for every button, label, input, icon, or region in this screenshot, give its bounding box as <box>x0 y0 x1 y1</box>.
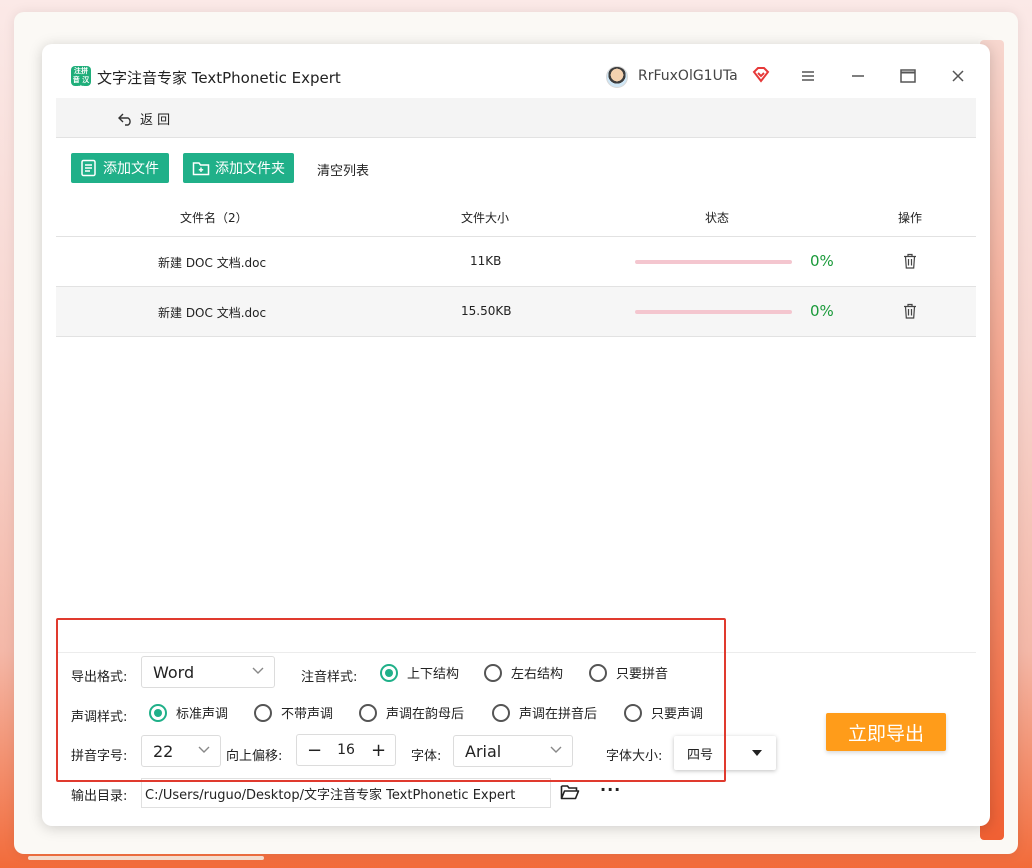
open-folder-icon[interactable] <box>560 783 580 801</box>
back-button[interactable]: 返 回 <box>118 109 170 128</box>
radio-dot <box>359 703 377 722</box>
export-format-select[interactable]: Word <box>141 656 275 688</box>
trash-icon[interactable] <box>903 253 917 269</box>
offset-label: 向上偏移: <box>226 749 283 764</box>
radio-tone-after-pinyin[interactable]: 声调在拼音后 <box>492 703 597 722</box>
output-dir-label: 输出目录: <box>71 789 128 804</box>
phonetic-style-label: 注音样式: <box>301 670 358 685</box>
font-size-select[interactable]: 四号 <box>674 736 776 770</box>
chevron-down-icon <box>550 746 562 753</box>
file-icon <box>81 159 96 177</box>
progress-percent: 0% <box>810 302 834 320</box>
radio-label: 上下结构 <box>407 667 460 682</box>
add-folder-label: 添加文件夹 <box>215 161 285 177</box>
file-name: 新建 DOC 文档.doc <box>158 306 267 320</box>
radio-tone-none[interactable]: 不带声调 <box>254 703 333 722</box>
column-header-name: 文件名（2） <box>180 211 248 225</box>
maximize-icon[interactable] <box>896 64 920 88</box>
progress-bar <box>635 260 792 264</box>
user-avatar[interactable] <box>606 66 628 88</box>
file-size: 15.50KB <box>461 304 512 318</box>
username[interactable]: RrFuxOlG1UTa <box>638 68 738 84</box>
output-dir-field[interactable]: C:/Users/ruguo/Desktop/文字注音专家 TextPhonet… <box>141 778 551 808</box>
more-options-icon[interactable]: ··· <box>600 780 621 799</box>
radio-dot <box>149 703 167 722</box>
add-folder-button[interactable]: 添加文件夹 <box>183 153 294 183</box>
radio-dot <box>492 703 510 722</box>
radio-tone-standard[interactable]: 标准声调 <box>149 703 228 722</box>
increment-button[interactable]: + <box>371 740 386 761</box>
font-label: 字体: <box>411 749 442 764</box>
radio-tone-only[interactable]: 只要声调 <box>624 703 703 722</box>
close-icon[interactable] <box>946 64 970 88</box>
pinyin-size-label: 拼音字号: <box>71 749 128 764</box>
settings-divider <box>56 652 976 653</box>
column-header-size: 文件大小 <box>461 211 510 225</box>
app-title: 文字注音专家 TextPhonetic Expert <box>97 69 341 87</box>
column-header-status: 状态 <box>705 211 730 225</box>
chevron-down-icon <box>198 746 210 753</box>
decrement-button[interactable]: − <box>307 740 322 761</box>
trash-icon[interactable] <box>903 303 917 319</box>
minimize-icon[interactable] <box>846 64 870 88</box>
export-format-label: 导出格式: <box>71 670 128 685</box>
navigation-bar: 返 回 <box>56 98 976 138</box>
offset-stepper[interactable]: − 16 + <box>296 734 396 766</box>
title-bar: 注拼音 汉字 文字注音专家 TextPhonetic Expert RrFuxO… <box>42 44 990 98</box>
pinyin-size-select[interactable]: 22 <box>141 735 221 767</box>
add-file-label: 添加文件 <box>103 161 159 177</box>
export-now-button[interactable]: 立即导出 <box>826 713 946 751</box>
table-row[interactable]: 新建 DOC 文档.doc 15.50KB 0% <box>56 287 976 337</box>
back-label: 返 回 <box>140 113 171 128</box>
export-format-value: Word <box>153 662 195 682</box>
radio-tone-after-final[interactable]: 声调在韵母后 <box>359 703 464 722</box>
app-window: 注拼音 汉字 文字注音专家 TextPhonetic Expert RrFuxO… <box>42 44 990 826</box>
font-select[interactable]: Arial <box>453 735 573 767</box>
progress-percent: 0% <box>810 252 834 270</box>
add-file-button[interactable]: 添加文件 <box>71 153 169 183</box>
radio-dot <box>624 703 642 722</box>
chevron-down-icon <box>252 667 264 674</box>
radio-phonetic-left-right[interactable]: 左右结构 <box>484 663 563 682</box>
radio-dot <box>589 663 607 682</box>
radio-label: 不带声调 <box>281 707 334 722</box>
radio-dot <box>254 703 272 722</box>
radio-label: 只要拼音 <box>616 667 669 682</box>
tone-style-label: 声调样式: <box>71 710 128 725</box>
radio-dot <box>380 663 398 682</box>
output-dir-value: C:/Users/ruguo/Desktop/文字注音专家 TextPhonet… <box>145 787 516 803</box>
font-size-value: 四号 <box>687 747 714 763</box>
radio-label: 只要声调 <box>651 707 704 722</box>
back-arrow-icon <box>118 113 131 126</box>
vip-diamond-icon[interactable] <box>751 65 771 85</box>
table-row[interactable]: 新建 DOC 文档.doc 11KB 0% <box>56 237 976 287</box>
offset-value[interactable]: 16 <box>337 742 355 758</box>
file-size: 11KB <box>470 254 502 268</box>
font-size-label: 字体大小: <box>606 749 663 764</box>
file-name: 新建 DOC 文档.doc <box>158 256 267 270</box>
background-bottom-bar <box>28 856 264 860</box>
radio-label: 标准声调 <box>176 707 229 722</box>
pinyin-size-value: 22 <box>153 741 174 761</box>
radio-phonetic-top-bottom[interactable]: 上下结构 <box>380 663 459 682</box>
radio-label: 左右结构 <box>511 667 564 682</box>
progress-bar <box>635 310 792 314</box>
folder-add-icon <box>192 162 210 176</box>
dropdown-triangle-icon <box>752 750 762 756</box>
font-value: Arial <box>465 741 502 761</box>
radio-dot <box>484 663 502 682</box>
file-table-header: 文件名（2） 文件大小 状态 操作 <box>56 197 976 237</box>
clear-list-button[interactable]: 清空列表 <box>317 160 369 179</box>
column-header-action: 操作 <box>898 211 923 225</box>
radio-label: 声调在拼音后 <box>519 707 598 722</box>
app-logo-icon: 注拼音 汉字 <box>71 66 91 93</box>
menu-icon[interactable] <box>796 64 820 88</box>
radio-label: 声调在韵母后 <box>386 707 465 722</box>
radio-phonetic-pinyin-only[interactable]: 只要拼音 <box>589 663 668 682</box>
